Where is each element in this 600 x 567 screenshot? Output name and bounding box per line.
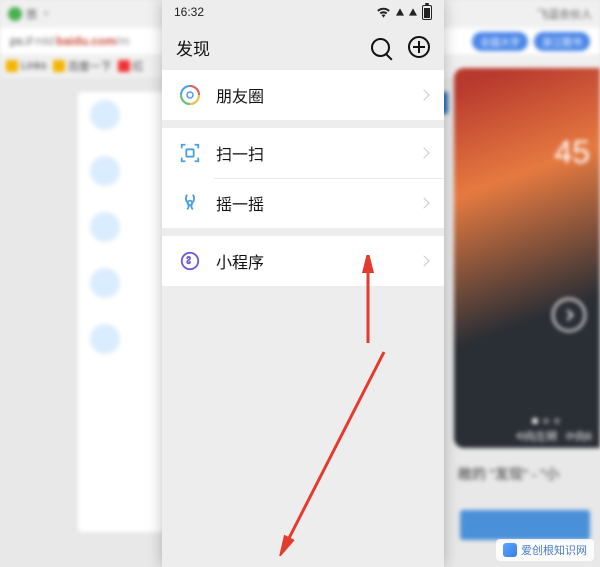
watermark-text: 爱创根知识网	[521, 542, 587, 558]
battery-icon	[422, 5, 432, 20]
bookmark-label: 百度一下	[68, 58, 112, 74]
section-gap	[162, 120, 444, 128]
annotation-arrow-up	[348, 255, 388, 345]
watermark-badge: 爱创根知识网	[496, 539, 594, 561]
right-pill-group: 全国大字 浙江图书	[468, 28, 594, 55]
watermark-icon	[503, 543, 517, 557]
left-white-panel	[78, 92, 166, 532]
wifi-icon	[376, 6, 391, 18]
chevron-right-icon	[418, 255, 429, 266]
bookmark-links: Links	[6, 60, 47, 72]
annotation-arrow-down	[270, 346, 400, 556]
url-prefix: ps://	[10, 34, 33, 48]
right-phone-preview: 45 ⟲向左转 ⟳向6	[454, 68, 600, 448]
dot	[532, 418, 538, 424]
status-bar: 16:32	[162, 0, 444, 24]
url-host: baidu.com	[56, 34, 116, 48]
bookmark-hs: 红	[118, 58, 144, 74]
row-label: 摇一摇	[216, 191, 420, 215]
shake-icon	[178, 191, 202, 215]
search-icon[interactable]	[371, 38, 390, 57]
bookmark-label: 红	[133, 58, 144, 74]
url-sub: mld	[35, 34, 54, 48]
panel-dot	[90, 156, 120, 186]
carousel-dots	[532, 418, 560, 424]
panel-dot	[90, 212, 120, 242]
folder-icon	[6, 60, 18, 72]
dot	[543, 418, 549, 424]
bottom-blue-button	[460, 510, 590, 540]
rotate-left-label: ⟲向左转	[515, 428, 557, 444]
status-right-group	[376, 5, 432, 20]
add-icon[interactable]	[408, 36, 430, 58]
carousel-next-button	[552, 298, 586, 332]
section-miniprogram: 小程序	[162, 236, 444, 286]
section-tools: 扫一扫 摇一摇	[162, 128, 444, 228]
header-actions	[371, 36, 430, 58]
rotate-controls: ⟲向左转 ⟳向6	[515, 428, 592, 444]
section-gap	[162, 228, 444, 236]
tab-favicon	[8, 7, 22, 21]
section-moments: 朋友圈	[162, 70, 444, 120]
right-description-text: 敞的 "发现" - "小	[450, 456, 600, 492]
chevron-right-icon	[418, 89, 429, 100]
row-moments[interactable]: 朋友圈	[162, 70, 444, 120]
panel-dot	[90, 324, 120, 354]
pill-item: 全国大字	[472, 32, 528, 51]
chevron-right-icon	[418, 197, 429, 208]
miniprogram-icon	[178, 249, 202, 273]
panel-dot	[90, 100, 120, 130]
row-label: 扫一扫	[216, 141, 420, 165]
folder-icon	[118, 60, 130, 72]
scan-icon	[178, 141, 202, 165]
discover-header: 发现	[162, 24, 444, 70]
signal-1-icon	[396, 8, 404, 15]
rotate-right-label: ⟳向6	[566, 428, 592, 444]
page-title: 发现	[176, 35, 210, 60]
status-time: 16:32	[174, 5, 204, 19]
bookmark-label: Links	[21, 60, 47, 72]
panel-dot	[90, 268, 120, 298]
url-path: /m	[116, 34, 129, 48]
top-right-tool: 飞逗合伙人	[537, 6, 592, 22]
moments-icon	[178, 83, 202, 107]
pill-item: 浙江图书	[534, 32, 590, 51]
row-shake[interactable]: 摇一摇	[162, 178, 444, 228]
folder-icon	[53, 60, 65, 72]
tab-close-x: ×	[43, 8, 49, 20]
bookmark-baidu: 百度一下	[53, 58, 112, 74]
chevron-right-icon	[562, 309, 573, 320]
dot	[554, 418, 560, 424]
tab-title: 悠	[26, 6, 37, 22]
chevron-right-icon	[418, 147, 429, 158]
row-scan[interactable]: 扫一扫	[162, 128, 444, 178]
row-label: 小程序	[216, 249, 420, 273]
preview-clock: 45	[554, 134, 590, 171]
row-miniprogram[interactable]: 小程序	[162, 236, 444, 286]
row-label: 朋友圈	[216, 83, 420, 107]
signal-2-icon	[409, 8, 417, 15]
